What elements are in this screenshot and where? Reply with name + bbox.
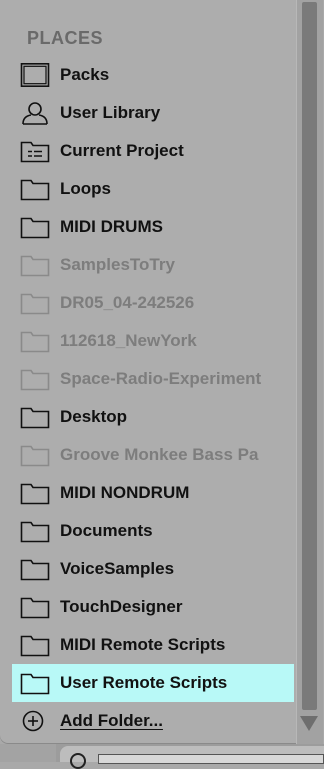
folder-icon xyxy=(20,673,50,695)
folder-icon xyxy=(20,293,50,315)
places-item-desktop[interactable]: Desktop xyxy=(12,398,294,436)
places-panel: PLACES Packs User Library Current Project L… xyxy=(0,0,323,744)
scrollbar-thumb[interactable] xyxy=(302,2,317,710)
places-item-midi-drums[interactable]: MIDI DRUMS xyxy=(12,208,294,246)
folder-icon xyxy=(20,331,50,353)
scroll-down-arrow-icon[interactable] xyxy=(300,716,318,731)
places-item-user-remote-scripts[interactable]: User Remote Scripts xyxy=(12,664,294,702)
places-item-label: MIDI Remote Scripts xyxy=(60,635,226,654)
places-item-packs[interactable]: Packs xyxy=(12,56,294,94)
places-item-voicesamples[interactable]: VoiceSamples xyxy=(12,550,294,588)
places-item-label: MIDI NONDRUM xyxy=(60,483,190,502)
folder-icon xyxy=(20,369,50,391)
places-item-label: Packs xyxy=(60,65,110,84)
places-item-label: VoiceSamples xyxy=(60,559,175,578)
places-item-documents[interactable]: Documents xyxy=(12,512,294,550)
packs-icon xyxy=(20,63,50,87)
places-item-label: MIDI DRUMS xyxy=(60,217,163,236)
places-title: PLACES xyxy=(27,28,104,48)
places-item-label: TouchDesigner xyxy=(60,597,183,616)
places-item-label: User Remote Scripts xyxy=(60,673,228,692)
folder-icon xyxy=(20,521,50,543)
places-item-label: Loops xyxy=(60,179,111,198)
places-item-user-library[interactable]: User Library xyxy=(12,94,294,132)
search-field-fragment[interactable] xyxy=(98,754,324,764)
places-item-groove-monkee-bass-pa[interactable]: Groove Monkee Bass Pa xyxy=(12,436,294,474)
places-item-midi-nondrum[interactable]: MIDI NONDRUM xyxy=(12,474,294,512)
folder-icon xyxy=(20,483,50,505)
folder-icon xyxy=(20,559,50,581)
places-item-112618-newyork[interactable]: 112618_NewYork xyxy=(12,322,294,360)
folder-icon xyxy=(20,445,50,467)
places-item-label: Groove Monkee Bass Pa xyxy=(60,445,259,464)
places-item-current-project[interactable]: Current Project xyxy=(12,132,294,170)
places-item-label: User Library xyxy=(60,103,161,122)
places-item-space-radio-experiment[interactable]: Space-Radio-Experiment xyxy=(12,360,294,398)
places-item-touchdesigner[interactable]: TouchDesigner xyxy=(12,588,294,626)
folder-icon xyxy=(20,179,50,201)
bottom-left-fragment xyxy=(0,744,56,762)
folder-icon xyxy=(20,217,50,239)
folder-icon xyxy=(20,407,50,429)
places-item-midi-remote-scripts[interactable]: MIDI Remote Scripts xyxy=(12,626,294,664)
folder-icon xyxy=(20,255,50,277)
add-circle-icon xyxy=(22,710,44,732)
places-item-dr05-04-242526[interactable]: DR05_04-242526 xyxy=(12,284,294,322)
places-item-label: Desktop xyxy=(60,407,128,426)
places-item-label: SamplesToTry xyxy=(60,255,175,274)
places-item-label: Space-Radio-Experiment xyxy=(60,369,262,388)
bottom-strip xyxy=(0,744,324,769)
places-item-loops[interactable]: Loops xyxy=(12,170,294,208)
user-icon xyxy=(22,102,48,125)
places-item-samplestotry[interactable]: SamplesToTry xyxy=(12,246,294,284)
places-item-label: 112618_NewYork xyxy=(60,331,197,350)
folder-icon xyxy=(20,597,50,619)
search-icon[interactable] xyxy=(70,753,86,769)
places-list: Packs User Library Current Project Loops MID… xyxy=(12,56,294,702)
places-item-label: Current Project xyxy=(60,141,184,160)
add-folder-label: Add Folder... xyxy=(60,711,163,730)
project-folder-icon xyxy=(20,141,50,163)
add-folder-button[interactable]: Add Folder... xyxy=(12,702,294,740)
folder-icon xyxy=(20,635,50,657)
places-item-label: Documents xyxy=(60,521,153,540)
places-item-label: DR05_04-242526 xyxy=(60,293,195,312)
